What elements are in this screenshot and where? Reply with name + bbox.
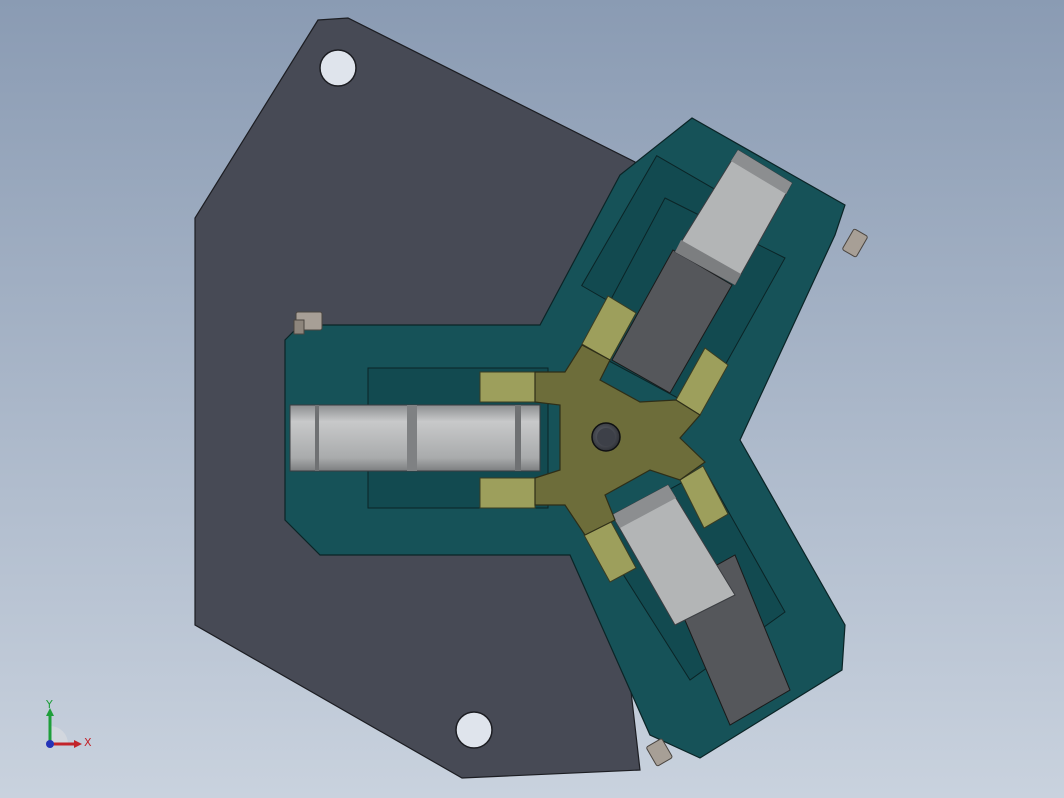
left-roller-groove-1 [315,405,319,471]
y-axis-label: Y [46,698,53,711]
orientation-triad: Y X [36,698,106,758]
link-pad-left-bottom [479,477,536,509]
center-hub-inner [597,428,615,446]
left-roller-groove-2 [407,405,417,471]
3d-viewport[interactable]: Y X [0,0,1064,798]
cad-model-view[interactable] [0,0,1064,798]
mounting-hole-bottom [455,711,493,749]
link-pad-left-top [479,371,536,403]
left-roller-groove-3 [515,405,521,471]
mounting-hole-top [319,49,357,87]
x-axis-label: X [84,736,92,749]
z-axis-dot [46,740,54,748]
